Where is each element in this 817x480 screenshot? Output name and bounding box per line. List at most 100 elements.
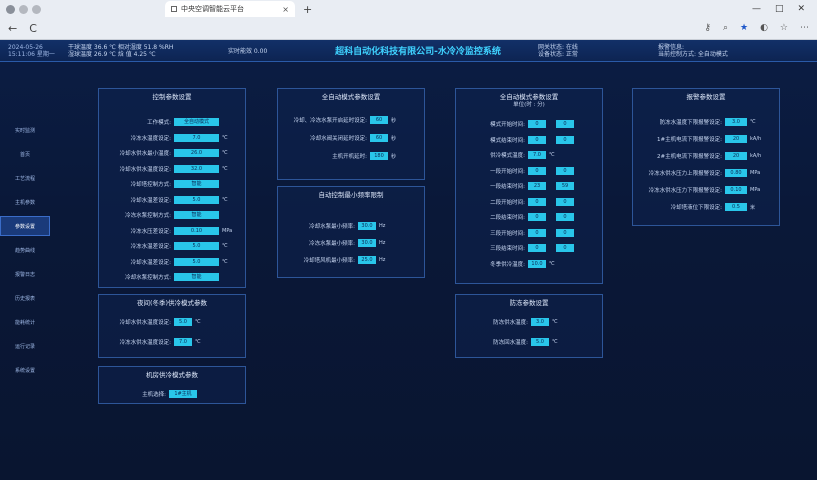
param-minute-input[interactable]: 0: [556, 228, 574, 237]
param-value-input[interactable]: 180: [370, 152, 388, 160]
param-row: 主机选择: 1#主机: [99, 389, 245, 399]
min-frequency-panel: 自动控制最小频率限制 冷却水泵最小频率: 30.0 Hz 冷冻水泵最小频率: 30.0 H…: [277, 186, 425, 278]
param-label: 一段结束时间:: [490, 184, 525, 190]
param-value-input[interactable]: 20: [725, 152, 747, 160]
param-value-input[interactable]: 5.0: [174, 257, 219, 266]
param-value-input[interactable]: 25.0: [358, 256, 376, 264]
param-value-input[interactable]: 智能: [174, 273, 219, 281]
realtime-efficiency: 实时能效 0.00: [228, 48, 268, 55]
param-value-input[interactable]: 26.0: [174, 149, 219, 157]
param-value-input[interactable]: 智能: [174, 180, 219, 188]
param-value-input[interactable]: 3.0: [531, 318, 549, 326]
param-value-input[interactable]: 60: [370, 134, 388, 142]
profile-icon[interactable]: [6, 4, 15, 14]
param-value-input[interactable]: 5.0: [174, 318, 192, 326]
status-line-1: 网关状态: 在线: [538, 43, 578, 51]
param-minute-input[interactable]: 0: [556, 213, 574, 221]
param-minute-input[interactable]: 0: [556, 244, 574, 252]
workspace-icon[interactable]: [19, 4, 28, 14]
menu-icon[interactable]: ⋯: [800, 23, 809, 33]
sidebar-item[interactable]: 主机参数: [0, 192, 50, 212]
param-minute-input[interactable]: 0: [556, 135, 574, 144]
favorites-icon[interactable]: ☆: [780, 23, 788, 33]
zoom-icon[interactable]: ⌕: [723, 23, 728, 33]
minimize-button[interactable]: —: [752, 4, 761, 14]
param-row: 三段结束时间: 0 0: [456, 243, 602, 253]
param-value-input[interactable]: 智能: [174, 211, 219, 219]
sidebar-item[interactable]: 历史报表: [0, 288, 50, 308]
param-value-input[interactable]: 7.0: [174, 338, 192, 346]
sidebar-item[interactable]: 系统设置: [0, 360, 50, 380]
param-unit: kA/h: [750, 153, 762, 159]
tab-close-icon[interactable]: ×: [282, 5, 289, 14]
param-value-input[interactable]: 0.5: [725, 203, 747, 211]
param-value-input[interactable]: 3.0: [725, 118, 747, 126]
param-minute-input[interactable]: 0: [556, 166, 574, 175]
param-value-input[interactable]: 30.0: [358, 239, 376, 247]
param-value-input[interactable]: 7.0: [174, 133, 219, 142]
param-value-input[interactable]: 32.0: [174, 164, 219, 173]
datetime: 2024-05-26 15:11:06 星期一: [8, 44, 68, 58]
param-label: 冷却、冷冻水泵开启延时设定:: [293, 118, 367, 124]
param-hour-input[interactable]: 0: [528, 197, 546, 206]
param-hour-input[interactable]: 7.0: [528, 151, 546, 159]
param-value-input[interactable]: 20: [725, 135, 747, 143]
browser-tab[interactable]: 中央空调智能云平台 ×: [165, 1, 295, 17]
tab-actions-icon[interactable]: [32, 4, 41, 14]
param-hour-input[interactable]: 0: [528, 166, 546, 175]
param-value-input[interactable]: 5.0: [531, 338, 549, 346]
param-minute-input[interactable]: 59: [556, 182, 574, 190]
sidebar-item[interactable]: 能耗统计: [0, 312, 50, 332]
param-hour-input[interactable]: 0: [528, 120, 546, 128]
param-value-input[interactable]: 0.10: [174, 226, 219, 235]
param-unit: ℃: [552, 319, 558, 325]
bookmark-star-icon[interactable]: ★: [740, 23, 748, 33]
env-line-2: 湿球温度 26.9 ℃ 焓 值 4.25 ℃: [68, 50, 156, 58]
close-window-button[interactable]: ✕: [797, 4, 805, 14]
nav-row: ← C ⚷ ⌕ ★ ◐ ☆ ⋯: [0, 18, 817, 38]
sidebar-item[interactable]: 报警日志: [0, 264, 50, 284]
maximize-button[interactable]: □: [775, 4, 784, 14]
param-unit: ℃: [222, 196, 228, 203]
param-minute-input[interactable]: 0: [556, 197, 574, 206]
param-hour-input[interactable]: 0: [528, 135, 546, 144]
param-value-input[interactable]: 全自动模式: [174, 118, 219, 126]
param-row: 冷却、冷冻水泵开启延时设定: 60 秒: [278, 115, 424, 125]
reload-button[interactable]: C: [29, 22, 37, 35]
param-row: 供冷模式温度: 7.0 ℃: [456, 150, 602, 160]
param-value-input[interactable]: 0.10: [725, 186, 747, 194]
back-button[interactable]: ←: [8, 22, 17, 35]
sidebar-item[interactable]: 实时监测: [0, 120, 50, 140]
param-row: 2#主机电流下限报警设定: 20 kA/h: [633, 151, 779, 161]
extensions-icon[interactable]: ◐: [760, 23, 768, 33]
param-value-input[interactable]: 5.0: [174, 195, 219, 204]
param-row: 冷却水泵控制方式: 智能: [99, 272, 245, 282]
param-hour-input[interactable]: 0: [528, 244, 546, 252]
param-hour-input[interactable]: 0: [528, 228, 546, 237]
param-unit: ℃: [750, 119, 756, 125]
sidebar-item[interactable]: 工艺流程: [0, 168, 50, 188]
new-tab-button[interactable]: +: [303, 3, 312, 16]
param-value-input[interactable]: 0.80: [725, 169, 747, 177]
sidebar-item[interactable]: 首页: [0, 144, 50, 164]
machine-room-panel: 机房供冷模式参数 主机选择: 1#主机: [98, 366, 246, 404]
param-value-input[interactable]: 1#主机: [169, 390, 197, 398]
param-value-input[interactable]: 30.0: [358, 222, 376, 230]
sidebar-item[interactable]: 趋势曲线: [0, 240, 50, 260]
sidebar-item[interactable]: 运行记录: [0, 336, 50, 356]
param-hour-input[interactable]: 10.0: [528, 259, 546, 268]
param-unit: Hz: [379, 240, 386, 246]
address-bar[interactable]: [49, 21, 692, 35]
param-hour-input[interactable]: 23: [528, 182, 546, 190]
param-row: 防冻供水温度: 3.0 ℃: [456, 317, 602, 327]
param-minute-input[interactable]: 0: [556, 120, 574, 128]
scada-app: 2024-05-26 15:11:06 星期一 干球温度 36.6 ℃ 相对湿度…: [0, 40, 817, 480]
param-value-input[interactable]: 60: [370, 116, 388, 124]
sidebar-item[interactable]: 参数设置: [0, 216, 50, 236]
param-label: 主机开机延时:: [332, 154, 367, 160]
param-value-input[interactable]: 5.0: [174, 242, 219, 250]
param-label: 冷却塔风机最小频率:: [303, 258, 355, 264]
key-icon[interactable]: ⚷: [704, 23, 711, 33]
param-hour-input[interactable]: 0: [528, 213, 546, 221]
param-label: 冷却水供水温度设定:: [119, 166, 171, 173]
